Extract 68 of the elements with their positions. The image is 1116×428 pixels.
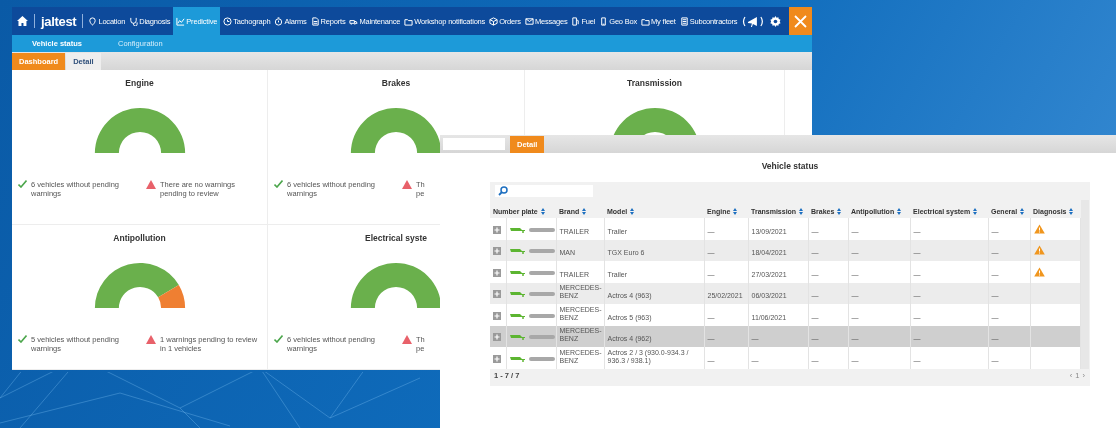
sort-icon xyxy=(630,208,635,215)
warning-icon xyxy=(402,180,412,189)
envelope-icon xyxy=(524,16,534,26)
box-icon xyxy=(489,16,499,26)
folder-icon xyxy=(641,16,651,26)
expand-icon[interactable] xyxy=(493,247,501,256)
sort-icon xyxy=(582,208,587,215)
blurred-plate-drawing xyxy=(528,270,555,275)
truck-icon xyxy=(509,312,526,319)
document-icon xyxy=(679,16,689,26)
stopwatch-icon xyxy=(274,16,284,26)
pin-icon xyxy=(88,16,98,26)
close-button[interactable] xyxy=(789,7,812,35)
warning-icon xyxy=(146,180,156,189)
sort-icon xyxy=(540,208,545,215)
document-icon xyxy=(310,16,320,26)
megaphone-icon[interactable] xyxy=(742,15,765,27)
warning-icon xyxy=(402,335,412,344)
sort-icon xyxy=(799,208,804,215)
phone-icon xyxy=(599,16,609,26)
home-icon[interactable] xyxy=(17,16,28,26)
expand-icon[interactable] xyxy=(493,268,501,277)
fuel-pump-icon xyxy=(571,16,581,26)
blurred-plate-drawing xyxy=(528,227,555,232)
settings-icon[interactable] xyxy=(770,15,782,27)
clock-icon xyxy=(223,16,233,26)
truck-icon xyxy=(509,269,526,276)
card-title: Transmission xyxy=(627,78,682,90)
input-field[interactable] xyxy=(443,138,505,150)
sort-icon xyxy=(733,208,738,215)
sort-icon xyxy=(837,208,842,215)
expand-icon[interactable] xyxy=(493,225,501,234)
check-icon xyxy=(18,335,27,343)
stethoscope-icon xyxy=(129,16,139,26)
search-icon xyxy=(498,186,508,196)
expand-icon[interactable] xyxy=(493,333,501,342)
expand-icon[interactable] xyxy=(493,311,501,320)
expand-icon[interactable] xyxy=(493,290,501,299)
check-icon xyxy=(274,335,283,343)
sort-icon xyxy=(973,208,978,215)
sort-icon xyxy=(1020,208,1025,215)
sort-icon xyxy=(1069,208,1074,215)
card-title: Antipollution xyxy=(113,233,166,245)
scrollbar[interactable] xyxy=(1080,200,1089,369)
sort-icon xyxy=(897,208,902,215)
warning-icon xyxy=(146,335,156,344)
check-icon xyxy=(274,180,283,188)
card-title: Brakes xyxy=(381,78,411,90)
truck-icon xyxy=(509,355,526,362)
truck-icon xyxy=(509,291,526,297)
section-title: Vehicle status xyxy=(760,161,820,173)
blurred-plate-drawing xyxy=(528,292,555,296)
blurred-plate-drawing xyxy=(528,313,555,318)
truck-icon xyxy=(509,226,526,233)
blurred-plate-drawing xyxy=(528,356,555,361)
close-icon xyxy=(794,14,808,28)
card-title: Engine xyxy=(125,78,154,90)
blurred-plate-drawing xyxy=(528,335,555,339)
check-icon xyxy=(18,180,27,188)
card-title: Electrical syste xyxy=(365,233,427,245)
truck-icon xyxy=(509,248,526,254)
chart-icon xyxy=(176,16,186,26)
folder-icon xyxy=(404,16,414,26)
expand-icon[interactable] xyxy=(493,354,501,363)
logo: jaltest xyxy=(39,13,78,29)
truck-icon xyxy=(509,334,526,340)
blurred-plate-drawing xyxy=(528,249,555,253)
search-field[interactable] xyxy=(495,185,593,197)
